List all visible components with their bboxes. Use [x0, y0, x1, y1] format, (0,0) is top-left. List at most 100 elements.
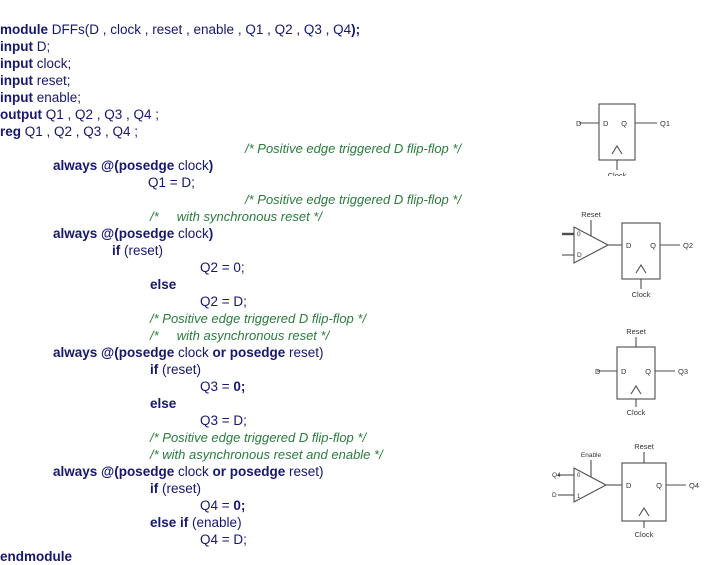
code-identifier: Q2 = D;: [200, 294, 247, 309]
label-mux-in1-q2: D: [577, 252, 582, 259]
code-keyword: input: [0, 39, 37, 54]
code-line: /* Positive edge triggered D flip-flop *…: [0, 191, 500, 208]
code-keyword: module: [0, 22, 52, 37]
code-identifier: Q2 = 0;: [200, 260, 245, 275]
code-identifier: reset;: [36, 73, 71, 88]
label-port-q-q1: Q: [621, 119, 627, 128]
code-line: Q4 = 0;: [0, 497, 500, 514]
code-identifier: Q4 =: [200, 498, 234, 513]
code-keyword: or posedge: [212, 345, 289, 360]
code-keyword: );: [351, 22, 361, 37]
code-keyword: else if: [150, 515, 193, 530]
clock-triangle-q1: [611, 144, 623, 155]
code-line: if (reset): [0, 480, 500, 497]
code-comment: /* with asynchronous reset and enable */: [150, 447, 383, 462]
diagram-dff-q3: Reset D D Q Q3 Clock: [595, 325, 720, 417]
label-clock-q1: Clock: [608, 171, 627, 176]
code-line: input clock;: [0, 55, 500, 72]
code-line: always @(posedge clock or posedge reset): [0, 344, 500, 361]
code-keyword: ): [208, 226, 214, 241]
code-comment: /* Positive edge triggered D flip-flop *…: [245, 192, 462, 207]
label-mux-sel0-q4: 0: [577, 473, 581, 479]
code-line: Q3 = D;: [0, 412, 500, 429]
code-identifier: enable;: [36, 90, 82, 105]
code-line: Q1 = D;: [0, 174, 500, 191]
code-line: reg Q1 , Q2 , Q3 , Q4 ;: [0, 123, 500, 140]
label-clock-q2: Clock: [632, 290, 651, 299]
label-output-q1: Q1: [660, 119, 670, 128]
code-line: output Q1 , Q2 , Q3 , Q4 ;: [0, 106, 500, 123]
code-line: Q2 = 0;: [0, 259, 500, 276]
label-port-d-q4: D: [626, 481, 632, 490]
diagram-dff-q1: D D Q Q1 Clock: [575, 96, 715, 176]
code-line: endmodule: [0, 548, 500, 565]
code-comment: /* Positive edge triggered D flip-flop *…: [150, 311, 367, 326]
label-port-q-q2: Q: [650, 241, 656, 250]
clock-triangle-q2: [635, 263, 647, 274]
code-identifier: clock: [177, 464, 213, 479]
label-mux-in0-q2: 0: [577, 231, 581, 238]
code-line: /* Positive edge triggered D flip-flop *…: [0, 429, 500, 446]
code-line: always @(posedge clock): [0, 157, 500, 174]
code-line: /* with asynchronous reset and enable */: [0, 446, 500, 463]
code-identifier: Q1 , Q2 , Q3 , Q4 ;: [24, 124, 139, 139]
code-line: else: [0, 395, 500, 412]
code-comment: /* Positive edge triggered D flip-flop *…: [150, 430, 367, 445]
code-identifier: reset): [289, 464, 324, 479]
code-keyword: else: [150, 277, 177, 292]
code-line: input D;: [0, 38, 500, 55]
code-line: input enable;: [0, 89, 500, 106]
clock-triangle-q3: [630, 384, 642, 395]
clock-triangle-q4: [638, 506, 650, 517]
dff-body-q1: [598, 103, 636, 161]
label-clock-q3: Clock: [627, 408, 646, 417]
code-keyword: if: [112, 243, 124, 258]
label-mux-in1-q4: D: [552, 492, 557, 499]
code-identifier: clock: [177, 226, 209, 241]
label-port-d-q1: D: [603, 119, 609, 128]
code-identifier: (reset): [162, 362, 202, 377]
code-keyword: input: [0, 56, 37, 71]
code-keyword: reg: [0, 124, 25, 139]
code-comment: /* Positive edge triggered D flip-flop *…: [245, 141, 462, 156]
code-line: if (reset): [0, 361, 500, 378]
code-line: if (reset): [0, 242, 500, 259]
code-keyword: output: [0, 107, 46, 122]
label-port-d-q2: D: [626, 241, 632, 250]
label-mux-select-q4: Enable: [581, 452, 602, 459]
code-keyword: or posedge: [212, 464, 289, 479]
label-d-ext-q1: D: [576, 119, 582, 128]
code-identifier: (reset): [162, 481, 202, 496]
code-identifier: DFFs(D , clock , reset , enable , Q1 , Q…: [51, 22, 352, 37]
label-port-q-q3: Q: [645, 367, 651, 376]
code-line: module DFFs(D , clock , reset , enable ,…: [0, 21, 500, 38]
label-output-q4: Q4: [689, 481, 699, 490]
code-line: always @(posedge clock): [0, 225, 500, 242]
code-identifier: clock;: [36, 56, 72, 71]
verilog-code-block: module DFFs(D , clock , reset , enable ,…: [0, 21, 500, 564]
code-line: /* with synchronous reset */: [0, 208, 500, 225]
label-output-q3: Q3: [678, 367, 688, 376]
code-line: else if (enable): [0, 514, 500, 531]
code-line: input reset;: [0, 72, 500, 89]
code-identifier: clock: [177, 158, 209, 173]
label-reset-q4: Reset: [634, 442, 655, 451]
code-identifier: D;: [36, 39, 51, 54]
code-keyword: always @(posedge: [53, 226, 178, 241]
code-keyword: if: [150, 481, 162, 496]
diagram-dff-q4: Enable Q4 D 0 1 Reset D Q Q4 Clock: [550, 438, 720, 538]
code-identifier: Q3 = D;: [200, 413, 247, 428]
code-keyword: always @(posedge: [53, 345, 178, 360]
code-keyword: always @(posedge: [53, 464, 178, 479]
label-reset-q3: Reset: [626, 327, 647, 336]
code-keyword: else: [150, 396, 177, 411]
code-identifier: Q1 = D;: [148, 175, 195, 190]
code-identifier: (enable): [192, 515, 242, 530]
label-port-d-q3: D: [621, 367, 627, 376]
code-comment: /* with synchronous reset */: [150, 209, 322, 224]
code-identifier: Q1 , Q2 , Q3 , Q4 ;: [45, 107, 160, 122]
code-line: Q3 = 0;: [0, 378, 500, 395]
label-d-ext-q3: D: [595, 367, 601, 376]
code-line: Q2 = D;: [0, 293, 500, 310]
code-line: /* Positive edge triggered D flip-flop *…: [0, 310, 500, 327]
